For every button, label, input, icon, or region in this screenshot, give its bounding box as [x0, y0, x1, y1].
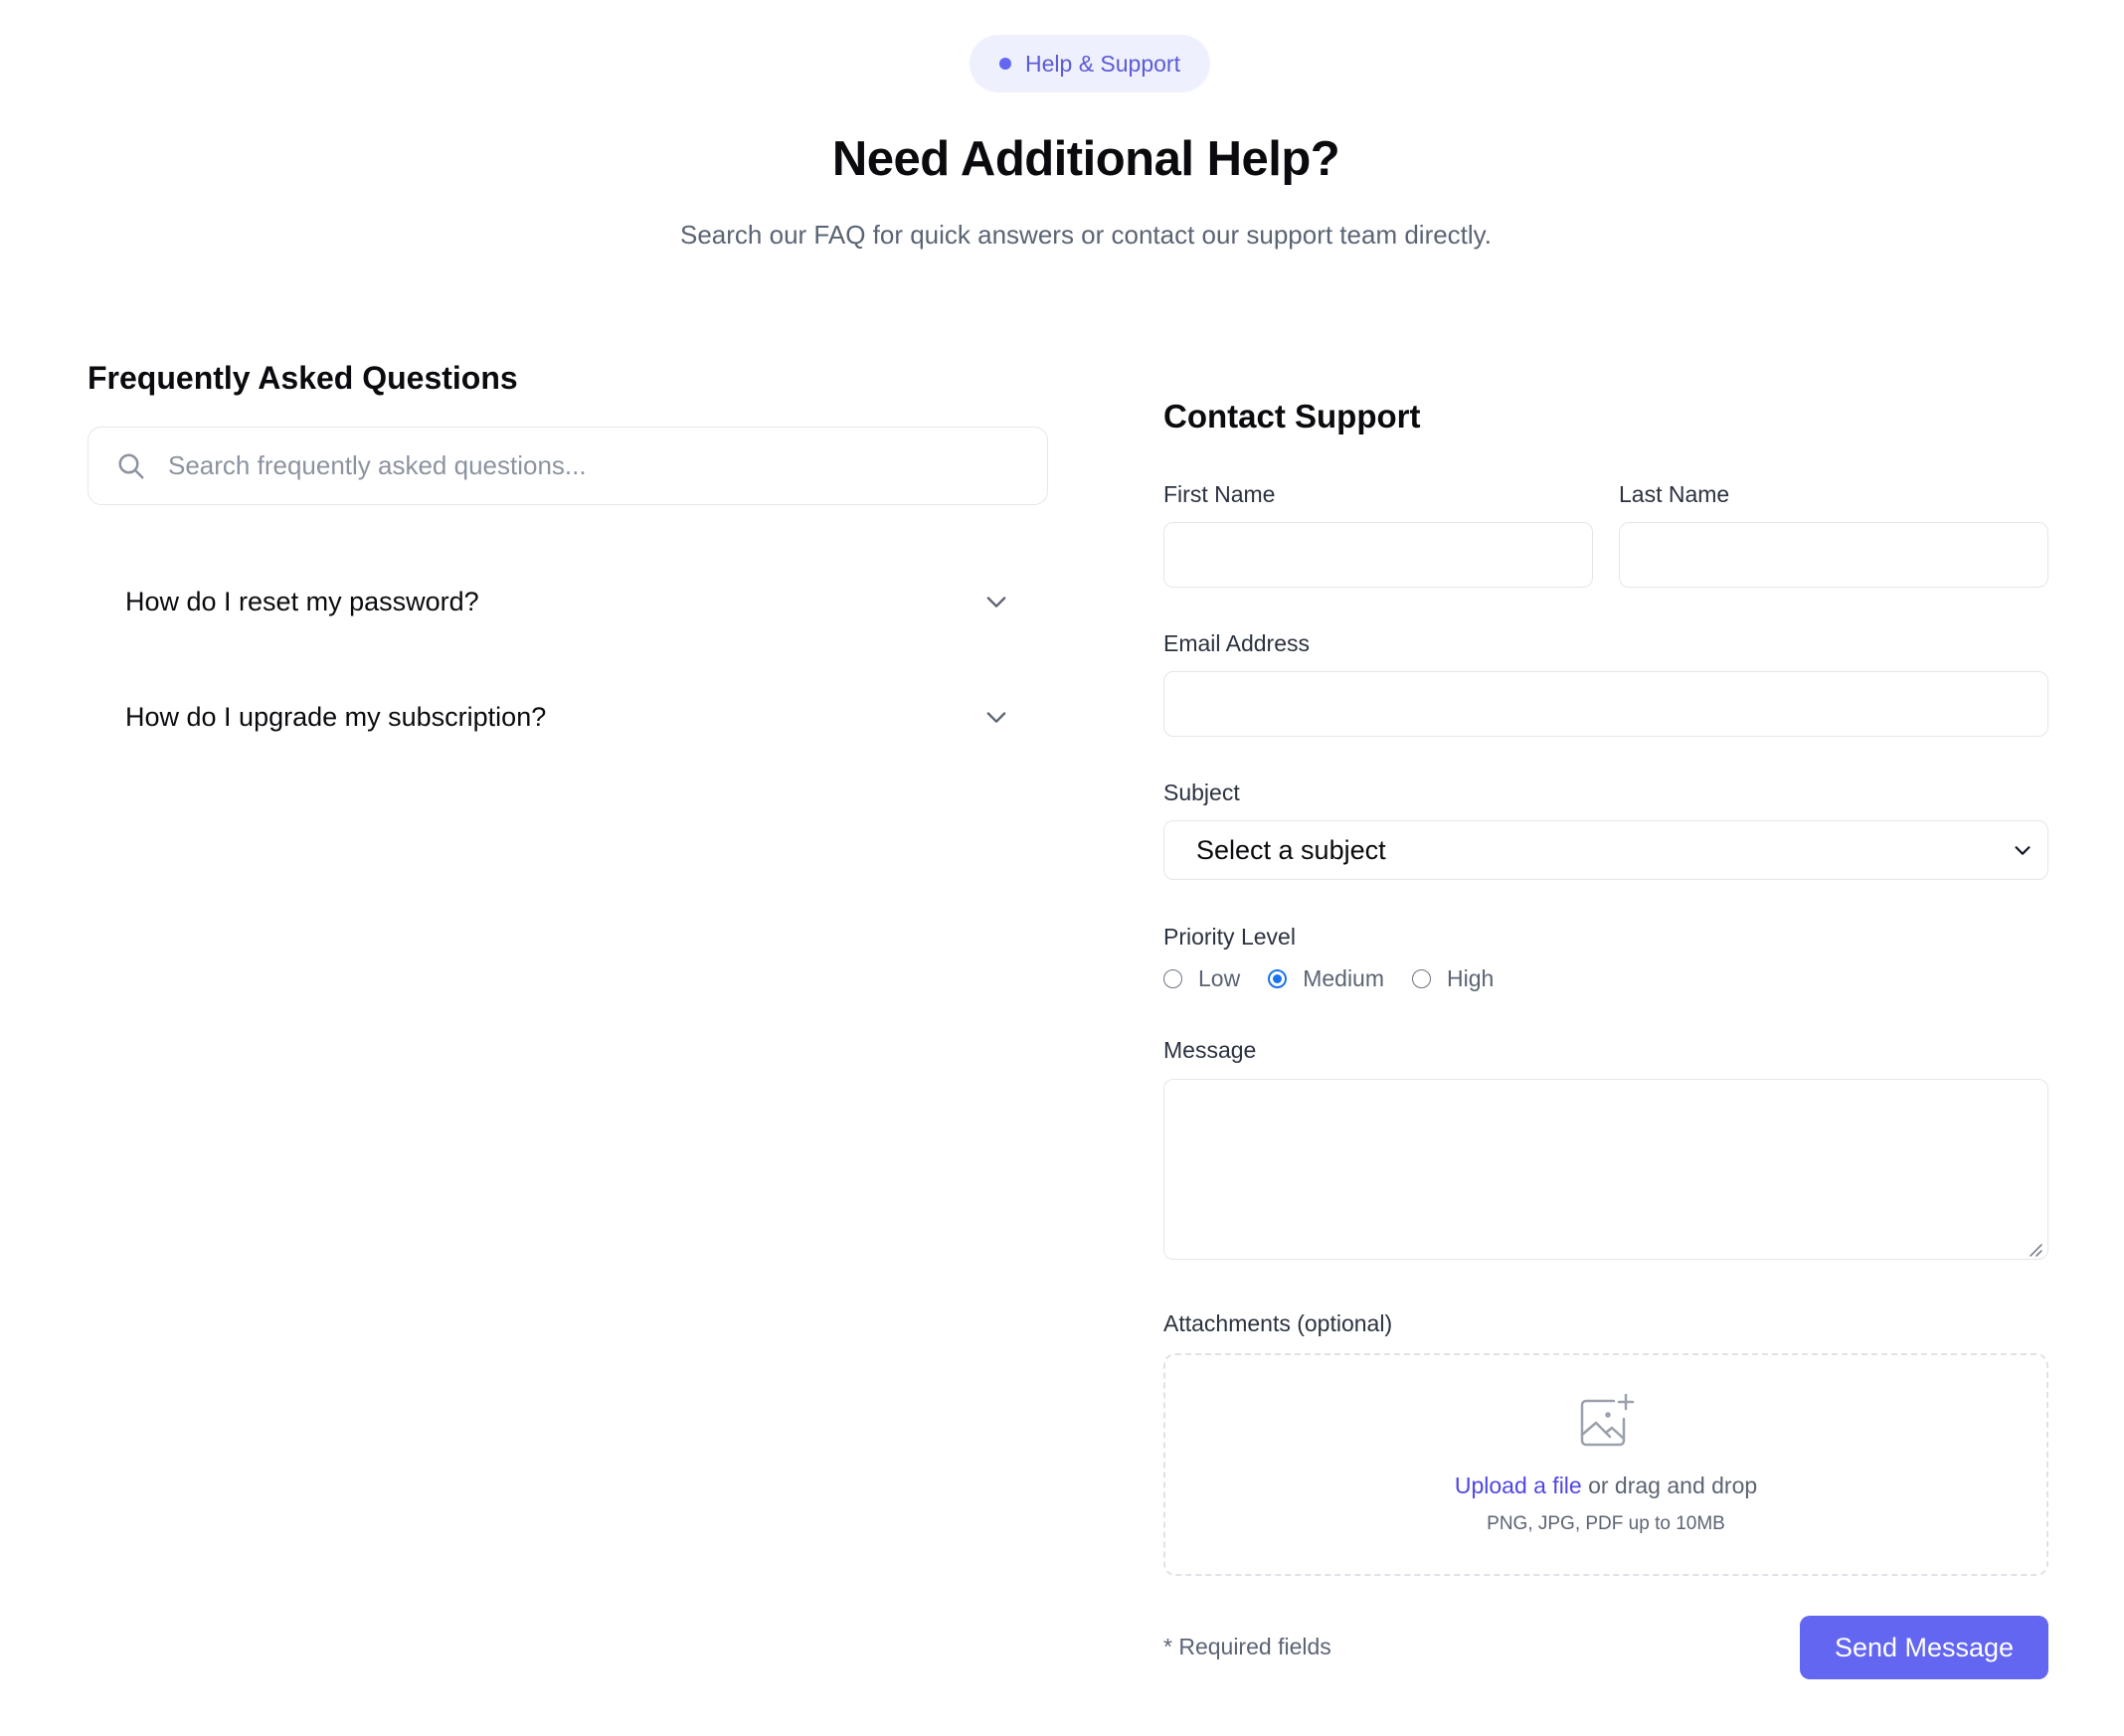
- priority-option-label: Medium: [1303, 965, 1385, 991]
- subject-label: Subject: [1163, 780, 1240, 805]
- send-message-button[interactable]: Send Message: [1800, 1616, 2048, 1679]
- email-label: Email Address: [1163, 630, 1311, 656]
- required-fields-note: * Required fields: [1163, 1634, 1331, 1659]
- upload-file-hint: PNG, JPG, PDF up to 10MB: [1487, 1513, 1725, 1534]
- contact-heading: Contact Support: [1163, 398, 1421, 434]
- page-subtitle: Search our FAQ for quick answers or cont…: [680, 220, 1492, 250]
- faq-item-upgrade-subscription[interactable]: How do I upgrade my subscription?: [88, 672, 1048, 762]
- priority-radio-group: Low Medium High: [1163, 965, 1494, 992]
- radio-high[interactable]: [1412, 969, 1432, 988]
- image-upload-icon: [1580, 1393, 1635, 1447]
- priority-option-label: Low: [1198, 965, 1241, 991]
- attachments-label: Attachments (optional): [1163, 1310, 1393, 1336]
- message-label: Message: [1163, 1037, 1257, 1063]
- priority-option-medium[interactable]: Medium: [1268, 965, 1384, 992]
- help-page: Help & Support Need Additional Help? Sea…: [0, 0, 2124, 1736]
- help-support-badge: Help & Support: [970, 35, 1210, 92]
- drag-drop-text: or drag and drop: [1581, 1473, 1758, 1498]
- faq-heading: Frequently Asked Questions: [88, 360, 518, 396]
- attachment-dropzone[interactable]: Upload a file or drag and drop PNG, JPG,…: [1163, 1353, 2048, 1576]
- last-name-field[interactable]: [1619, 522, 2048, 588]
- page-title: Need Additional Help?: [831, 132, 1340, 186]
- subject-select-value: Select a subject: [1196, 834, 1386, 865]
- first-name-label: First Name: [1163, 481, 1276, 507]
- message-textarea[interactable]: [1163, 1079, 2048, 1260]
- faq-question: How do I reset my password?: [125, 586, 479, 616]
- priority-option-high[interactable]: High: [1412, 965, 1494, 992]
- search-icon: [118, 453, 144, 478]
- priority-option-low[interactable]: Low: [1163, 965, 1240, 992]
- chevron-down-icon: [2015, 846, 2031, 855]
- resize-handle-icon[interactable]: [2029, 1243, 2042, 1257]
- radio-low[interactable]: [1163, 969, 1182, 988]
- first-name-field[interactable]: [1163, 522, 1593, 588]
- last-name-label: Last Name: [1619, 481, 1730, 507]
- faq-item-reset-password[interactable]: How do I reset my password?: [88, 557, 1048, 646]
- priority-label: Priority Level: [1163, 924, 1296, 950]
- chevron-down-icon: [986, 597, 1006, 608]
- faq-question: How do I upgrade my subscription?: [125, 701, 547, 732]
- radio-medium[interactable]: [1268, 969, 1288, 988]
- priority-option-label: High: [1447, 965, 1495, 991]
- badge-label: Help & Support: [1025, 50, 1180, 77]
- badge-dot-icon: [999, 58, 1011, 70]
- faq-search-box[interactable]: [88, 427, 1048, 505]
- faq-search-input[interactable]: [168, 450, 1023, 481]
- email-field[interactable]: [1163, 671, 2048, 737]
- upload-instructions: Upload a file or drag and drop: [1455, 1473, 1757, 1499]
- subject-select[interactable]: Select a subject: [1163, 820, 2048, 880]
- upload-file-link[interactable]: Upload a file: [1455, 1473, 1582, 1498]
- chevron-down-icon: [986, 712, 1006, 723]
